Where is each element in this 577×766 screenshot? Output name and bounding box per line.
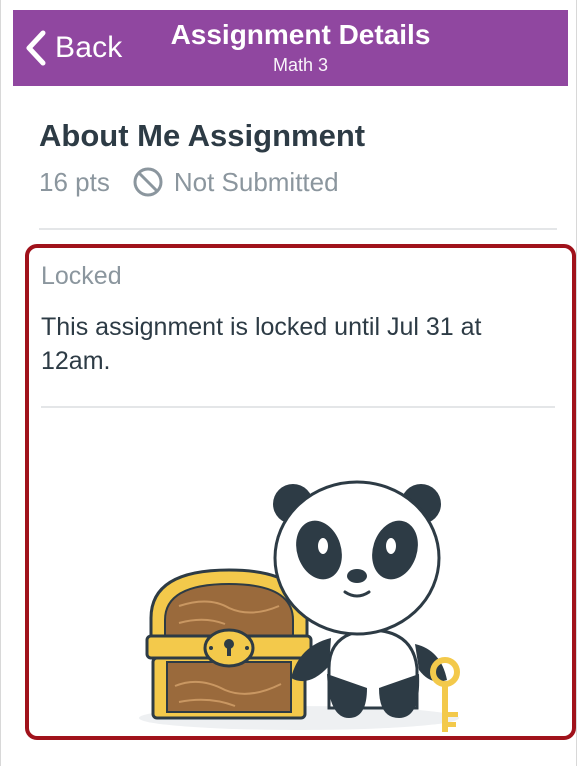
submission-status: Not Submitted — [173, 166, 339, 197]
chevron-left-icon — [26, 30, 46, 66]
back-button[interactable]: Back — [25, 28, 123, 68]
header-titles: Assignment Details Math 3 — [143, 18, 458, 76]
page-title: Assignment Details — [170, 19, 431, 50]
locked-heading: Locked — [41, 262, 122, 290]
points-label: 16 pts — [39, 166, 110, 197]
assignment-details-screen: Back Assignment Details Math 3 About Me … — [0, 0, 577, 766]
panda-treasure-illustration — [139, 480, 460, 732]
locked-notice-card: Locked This assignment is locked until J… — [25, 244, 576, 740]
locked-message: This assignment is locked until Jul 31 a… — [41, 313, 482, 375]
back-label: Back — [55, 31, 123, 64]
assignment-title: About Me Assignment — [39, 118, 366, 153]
divider — [39, 228, 557, 230]
no-entry-icon — [133, 167, 163, 197]
course-subtitle: Math 3 — [272, 55, 329, 75]
assignment-meta: 16 pts Not Submitted — [39, 166, 339, 198]
divider — [41, 406, 555, 408]
navigation-header: Back Assignment Details Math 3 — [13, 10, 568, 86]
